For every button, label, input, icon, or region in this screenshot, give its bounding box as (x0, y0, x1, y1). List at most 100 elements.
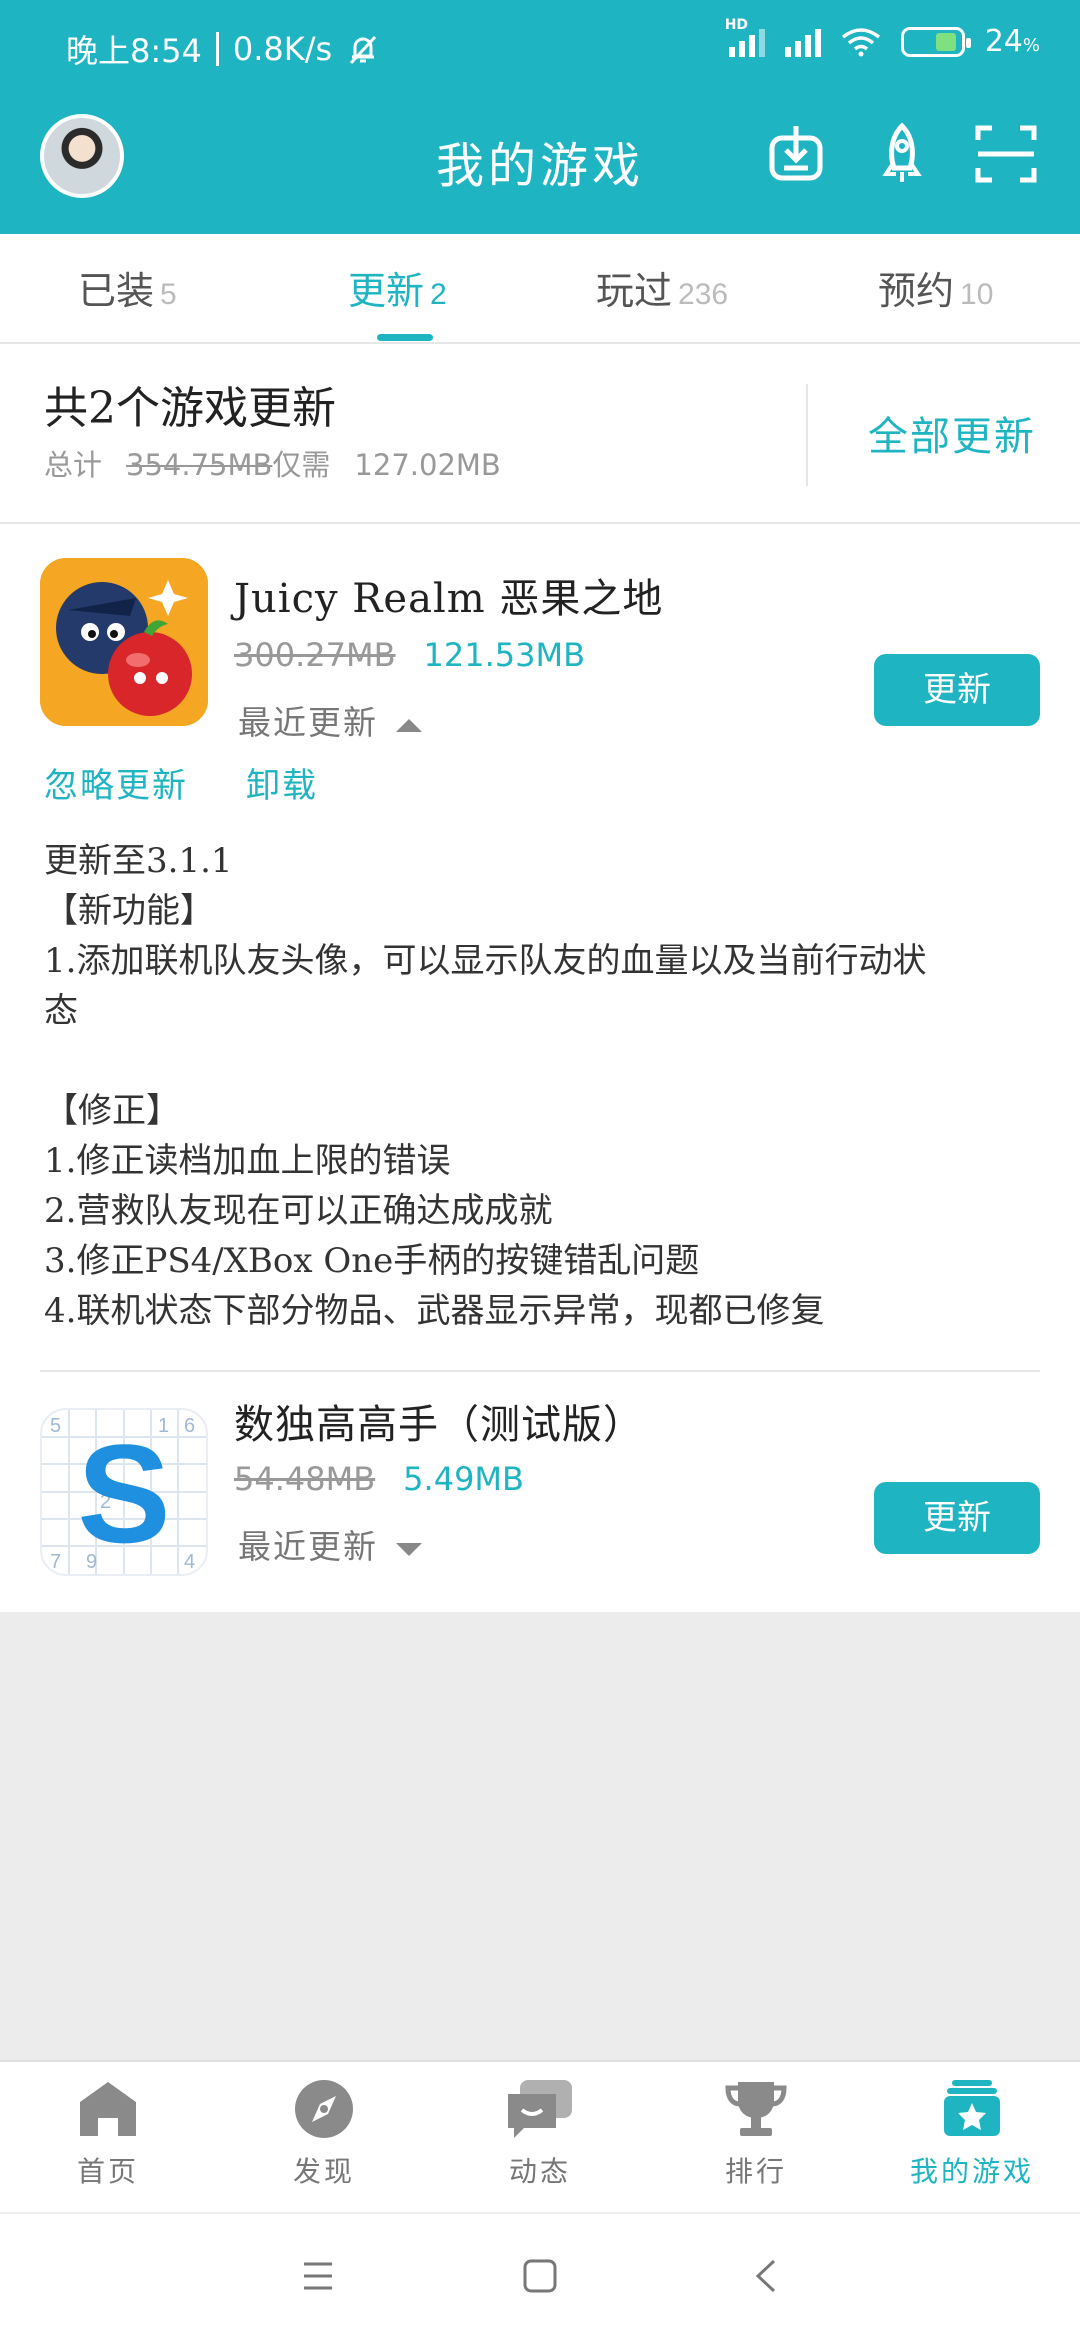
signal-1: HD (725, 17, 765, 57)
sudoku-digit: 6 (184, 1415, 195, 1437)
release-note-line: 1.添加联机队友头像，可以显示队友的血量以及当前行动状 (44, 941, 927, 981)
tab-reserved[interactable]: 预约 10 (878, 260, 993, 315)
tab-count: 10 (960, 278, 994, 311)
sudoku-logo-letter: S (77, 1415, 170, 1572)
release-note-line: 3.修正PS4/XBox One手柄的按键错乱问题 (44, 1241, 700, 1281)
update-button[interactable]: 更新 (874, 1482, 1040, 1554)
chat-icon (508, 2080, 572, 2138)
chevron-up-icon (396, 718, 422, 732)
total-label: 总计 (44, 448, 103, 482)
battery-icon (900, 26, 971, 57)
tab-bar: 已装 5 更新 2 玩过 236 预约 10 (0, 234, 1080, 344)
status-time: 晚上8:54 (66, 32, 202, 70)
uninstall-link[interactable]: 卸载 (246, 766, 318, 806)
tab-count: 5 (160, 278, 177, 311)
old-size: 54.48MB (234, 1460, 376, 1498)
update-summary: 共2个游戏更新 总计 354.75MB仅需 127.02MB 全部更新 (0, 344, 1080, 524)
status-right: HD 24% (725, 17, 1040, 60)
bottom-nav: 首页 发现 动态 排行 我的游戏 (0, 2060, 1080, 2212)
my-games-icon (944, 2080, 1000, 2136)
download-icon[interactable] (764, 122, 828, 186)
recent-update-label: 最近更新 (238, 1527, 378, 1566)
release-note-line: 【新功能】 (44, 891, 214, 931)
release-note-line: 4.联机状态下部分物品、武器显示异常，现都已修复 (44, 1291, 825, 1331)
game-item-juicy-realm: Juicy Realm 恶果之地 300.27MB 121.53MB 最近更新 更… (0, 524, 1080, 1331)
nav-home[interactable]: 首页 (0, 2078, 216, 2190)
tab-indicator (377, 334, 433, 341)
status-left: 晚上8:54 0.8K/s (66, 26, 380, 72)
top-bar: 晚上8:54 0.8K/s HD 24% 我的游戏 (0, 0, 1080, 234)
wifi-icon (841, 27, 880, 56)
nav-my-games[interactable]: 我的游戏 (864, 2078, 1080, 2190)
sudoku-grid-art: 5 1 6 2 7 9 4 S (42, 1410, 206, 1574)
juicy-realm-art (40, 558, 208, 726)
title-bar: 我的游戏 (0, 96, 1080, 234)
system-nav-bar (0, 2212, 1080, 2342)
release-note-line (44, 1036, 1044, 1086)
game-name: 数独高高手（测试版） (234, 1402, 644, 1448)
release-note-line: 2.营救队友现在可以正确达成成就 (44, 1191, 553, 1231)
summary-title: 共2个游戏更新 (44, 383, 336, 434)
game-icon-sudoku[interactable]: 5 1 6 2 7 9 4 S (40, 1408, 208, 1576)
game-icon-juicy-realm[interactable] (40, 558, 208, 726)
release-notes: 更新至3.1.1 【新功能】 1.添加联机队友头像，可以显示队友的血量以及当前行… (44, 836, 1044, 1336)
nav-ranking[interactable]: 排行 (648, 2078, 864, 2190)
update-all-button[interactable]: 全部更新 (868, 404, 1036, 462)
summary-sizes: 总计 354.75MB仅需 127.02MB (44, 442, 501, 484)
tab-label: 玩过 (596, 269, 673, 313)
tab-installed[interactable]: 已装 5 (78, 260, 177, 315)
nav-label: 排行 (724, 2155, 787, 2188)
home-square-icon[interactable] (522, 2258, 558, 2294)
ignore-update-link[interactable]: 忽略更新 (44, 766, 188, 806)
sudoku-digit: 4 (184, 1551, 195, 1573)
compass-icon (295, 2080, 353, 2138)
recent-update-toggle[interactable]: 最近更新 (238, 1520, 422, 1568)
back-icon[interactable] (752, 2258, 780, 2294)
tab-updates[interactable]: 更新 2 (348, 260, 447, 315)
nav-label: 首页 (76, 2155, 139, 2188)
need-label: 仅需 (272, 448, 331, 482)
home-icon (80, 2082, 136, 2136)
nav-label: 动态 (508, 2155, 571, 2188)
new-size: 5.49MB (403, 1460, 524, 1498)
recent-update-label: 最近更新 (238, 703, 378, 742)
sudoku-digit: 7 (50, 1551, 61, 1573)
recent-update-toggle[interactable]: 最近更新 (238, 696, 422, 744)
tab-count: 236 (678, 278, 729, 311)
release-note-line: 更新至3.1.1 (44, 841, 233, 881)
status-speed: 0.8K/s (232, 30, 333, 68)
scan-icon[interactable] (974, 122, 1038, 186)
game-name: Juicy Realm 恶果之地 (234, 576, 664, 622)
nav-discover[interactable]: 发现 (216, 2078, 432, 2190)
bell-muted-icon (350, 35, 377, 65)
tab-played[interactable]: 玩过 236 (596, 260, 728, 315)
summary-divider (806, 384, 808, 486)
trophy-icon (725, 2082, 787, 2136)
release-note-line: 【修正】 (44, 1091, 180, 1131)
game-item-sudoku: 5 1 6 2 7 9 4 S 数独高高手（测试版） 54.48MB 5.49MB… (0, 1372, 1080, 1612)
status-bar: 晚上8:54 0.8K/s HD 24% (0, 0, 1080, 96)
release-note-line: 1.修正读档加血上限的错误 (44, 1141, 451, 1181)
update-button[interactable]: 更新 (874, 654, 1040, 726)
status-separator (215, 32, 219, 66)
nav-label: 我的游戏 (909, 2155, 1034, 2188)
tab-label: 预约 (878, 269, 955, 313)
tab-count: 2 (430, 278, 447, 311)
tab-label: 更新 (348, 269, 425, 313)
signal-bars-2-icon (784, 27, 821, 57)
game-sizes: 300.27MB 121.53MB (234, 636, 585, 674)
nav-label: 发现 (292, 2155, 355, 2188)
new-size: 121.53MB (423, 636, 586, 674)
game-list: Juicy Realm 恶果之地 300.27MB 121.53MB 最近更新 更… (0, 524, 1080, 1612)
rocket-icon[interactable] (870, 122, 934, 186)
total-needed-size: 127.02MB (354, 448, 501, 482)
hd-label: HD (724, 16, 749, 33)
game-actions: 忽略更新 卸载 (44, 758, 318, 807)
battery-level: 24% (984, 24, 1040, 59)
chevron-down-icon (396, 1542, 422, 1556)
tab-label: 已装 (78, 269, 155, 313)
nav-activity[interactable]: 动态 (432, 2078, 648, 2190)
total-original-size: 354.75MB (126, 448, 273, 482)
menu-icon[interactable] (300, 2260, 336, 2292)
old-size: 300.27MB (234, 636, 396, 674)
